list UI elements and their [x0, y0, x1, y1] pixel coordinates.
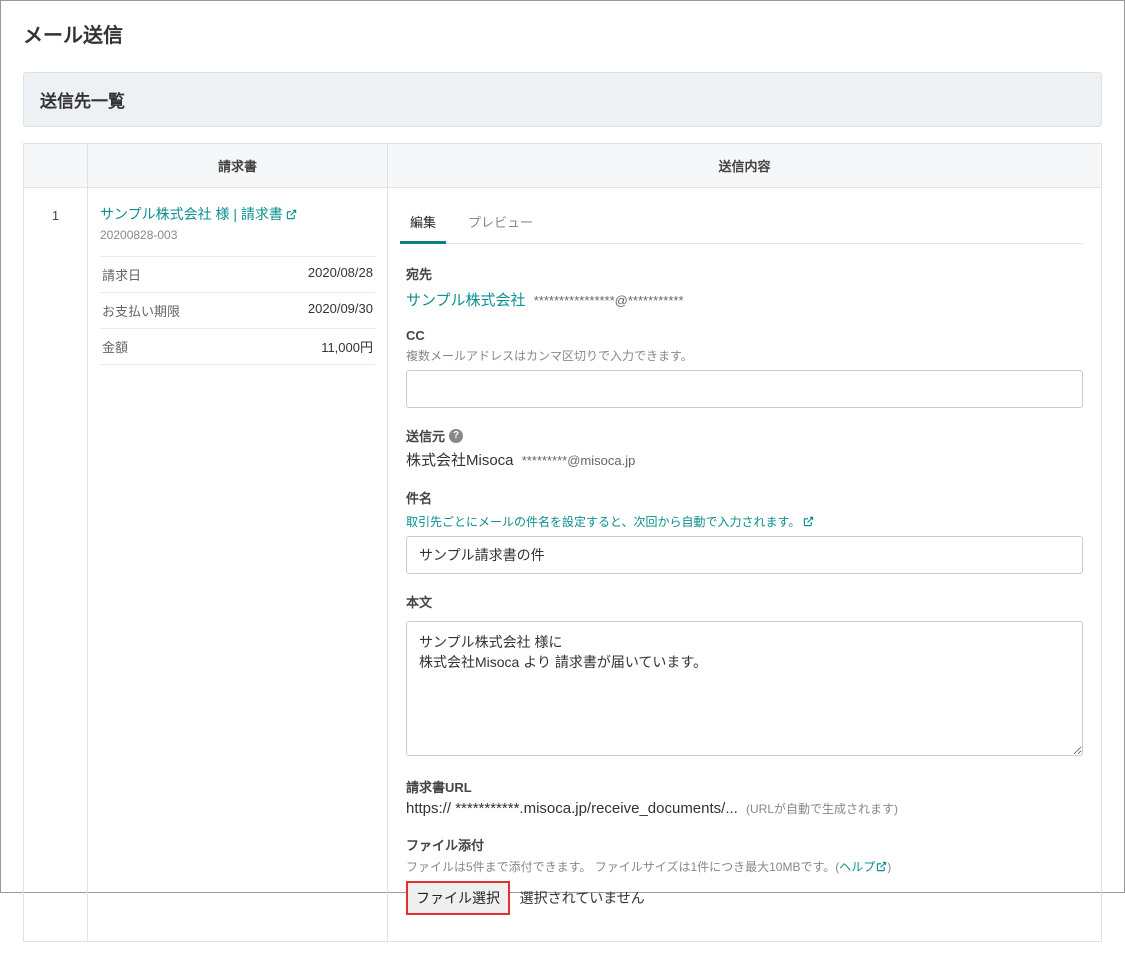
from-label: 送信元 ?: [406, 426, 1083, 445]
subject-label: 件名: [406, 488, 1083, 507]
field-subject: 件名 取引先ごとにメールの件名を設定すると、次回から自動で入力されます。: [406, 488, 1083, 574]
meta-row-due-date: お支払い期限 2020/09/30: [100, 292, 375, 328]
attach-help-prefix: ファイルは5件まで添付できます。 ファイルサイズは1件につき最大10MBです。(: [406, 860, 839, 874]
tab-edit[interactable]: 編集: [406, 202, 440, 243]
recipient-name-link[interactable]: サンプル株式会社: [406, 292, 526, 309]
row-number: 1: [24, 188, 88, 941]
meta-row-amount: 金額 11,000円: [100, 328, 375, 365]
field-to: 宛先 サンプル株式会社 ****************@***********: [406, 264, 1083, 310]
attach-help-suffix: ): [887, 860, 891, 874]
attach-help-text: ファイルは5件まで添付できます。 ファイルサイズは1件につき最大10MBです。(…: [406, 858, 1083, 875]
to-label: 宛先: [406, 264, 1083, 283]
tabs: 編集 プレビュー: [406, 202, 1083, 244]
col-number: [24, 144, 88, 187]
field-cc: CC 複数メールアドレスはカンマ区切りで入力できます。: [406, 328, 1083, 408]
body-textarea[interactable]: [406, 621, 1083, 756]
from-email: *********@misoca.jp: [522, 453, 636, 468]
from-label-text: 送信元: [406, 426, 445, 445]
content-cell: 編集 プレビュー 宛先 サンプル株式会社 ****************@**…: [388, 188, 1101, 941]
meta-value: 2020/09/30: [308, 301, 373, 320]
subject-hint-text: 取引先ごとにメールの件名を設定すると、次回から自動で入力されます。: [406, 513, 800, 530]
invoice-cell: サンプル株式会社 様 | 請求書 20200828-003 請求日 2020/0…: [88, 188, 388, 941]
external-link-icon: [876, 861, 887, 872]
url-value: https:// ***********.misoca.jp/receive_d…: [406, 800, 738, 817]
meta-label: 請求日: [102, 265, 141, 284]
attach-label: ファイル添付: [406, 835, 1083, 854]
url-label: 請求書URL: [406, 777, 1083, 796]
meta-label: お支払い期限: [102, 301, 180, 320]
external-link-icon: [803, 516, 814, 527]
table-row: 1 サンプル株式会社 様 | 請求書 20200828-003 請求日 2020…: [24, 188, 1101, 941]
col-invoice: 請求書: [88, 144, 388, 187]
section-header: 送信先一覧: [23, 72, 1102, 127]
file-status: 選択されていません: [520, 890, 645, 906]
url-note: (URLが自動で生成されます): [746, 802, 898, 816]
meta-value: 2020/08/28: [308, 265, 373, 284]
page-title: メール送信: [23, 19, 1102, 48]
recipient-table: 請求書 送信内容 1 サンプル株式会社 様 | 請求書 20200828-003…: [23, 143, 1102, 942]
cc-input[interactable]: [406, 370, 1083, 408]
help-icon[interactable]: ?: [449, 429, 463, 443]
attach-help-link-text: ヘルプ: [839, 860, 875, 874]
field-from: 送信元 ? 株式会社Misoca *********@misoca.jp: [406, 426, 1083, 470]
file-select-button[interactable]: ファイル選択: [406, 881, 510, 915]
table-header: 請求書 送信内容: [24, 143, 1101, 188]
attach-help-link[interactable]: ヘルプ: [839, 860, 887, 874]
cc-help-text: 複数メールアドレスはカンマ区切りで入力できます。: [406, 347, 1083, 364]
invoice-meta: 請求日 2020/08/28 お支払い期限 2020/09/30 金額 11,0…: [100, 256, 375, 365]
external-link-icon: [286, 209, 297, 220]
tab-preview[interactable]: プレビュー: [464, 202, 537, 243]
meta-label: 金額: [102, 337, 128, 356]
body-label: 本文: [406, 592, 1083, 611]
field-attach: ファイル添付 ファイルは5件まで添付できます。 ファイルサイズは1件につき最大1…: [406, 835, 1083, 915]
cc-label: CC: [406, 328, 1083, 343]
col-content: 送信内容: [388, 144, 1101, 187]
meta-value: 11,000円: [321, 337, 373, 356]
field-url: 請求書URL https:// ***********.misoca.jp/re…: [406, 777, 1083, 817]
invoice-number: 20200828-003: [100, 228, 375, 242]
subject-input[interactable]: [406, 536, 1083, 574]
field-body: 本文: [406, 592, 1083, 759]
invoice-link[interactable]: サンプル株式会社 様 | 請求書: [100, 204, 297, 224]
recipient-email: ****************@***********: [534, 293, 684, 308]
invoice-link-text: サンプル株式会社 様 | 請求書: [100, 204, 283, 224]
from-name: 株式会社Misoca: [406, 452, 514, 469]
meta-row-billing-date: 請求日 2020/08/28: [100, 256, 375, 292]
subject-hint-link[interactable]: 取引先ごとにメールの件名を設定すると、次回から自動で入力されます。: [406, 513, 814, 530]
